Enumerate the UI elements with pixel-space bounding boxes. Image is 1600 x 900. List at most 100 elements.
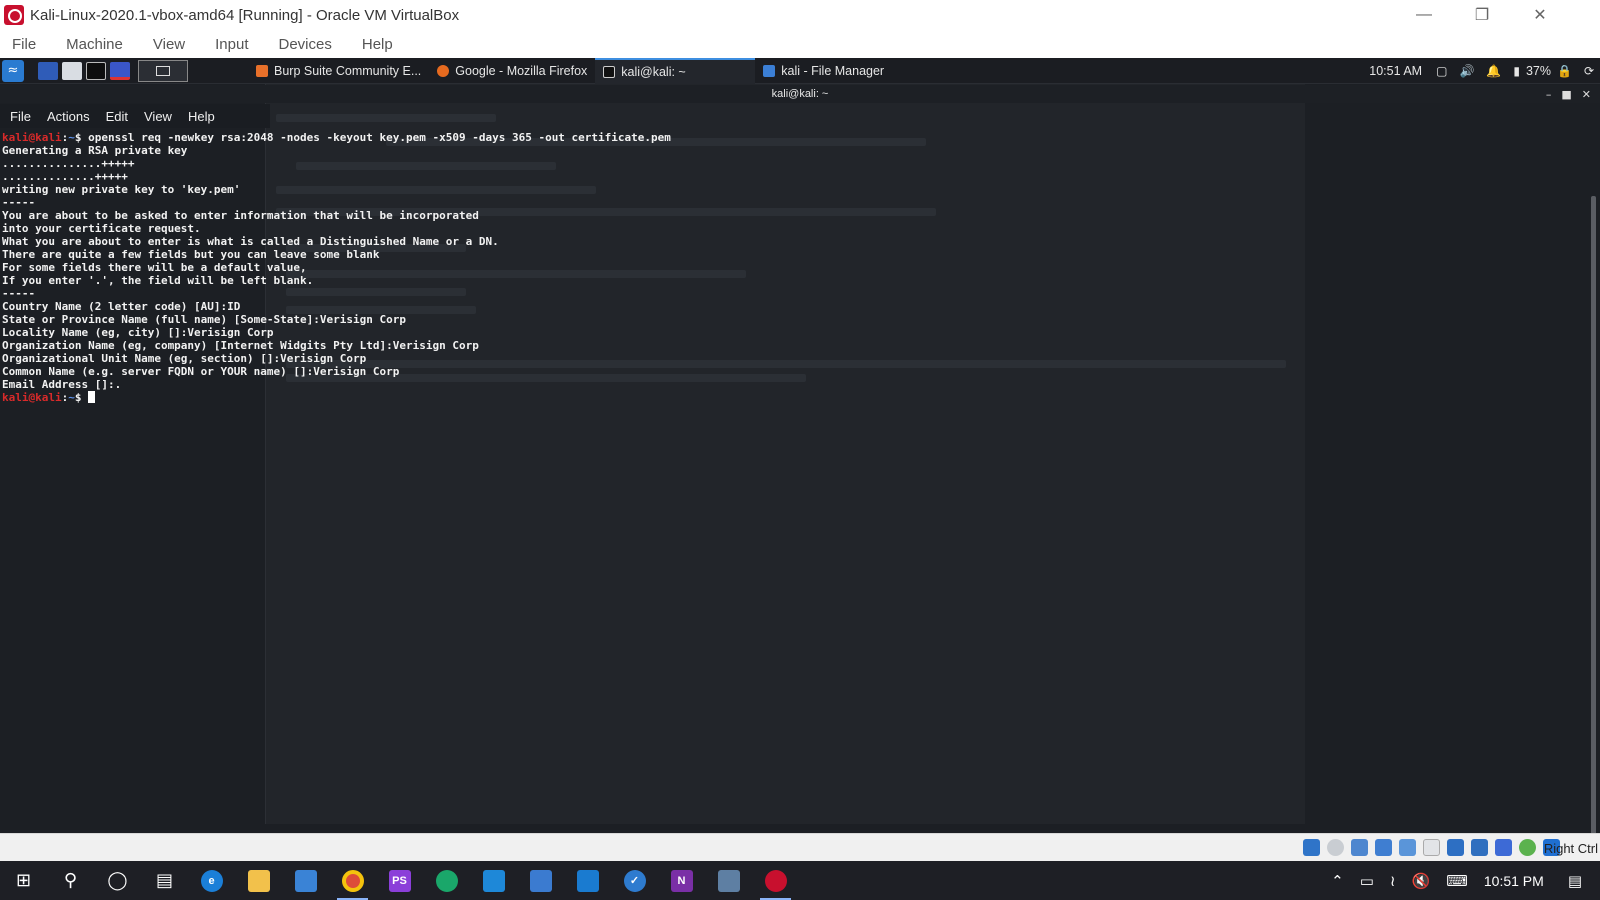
edge-icon[interactable]: e	[188, 861, 235, 900]
output-line: ..............+++++	[2, 170, 128, 183]
file-explorer-icon[interactable]	[235, 861, 282, 900]
menu-machine[interactable]: Machine	[66, 36, 123, 53]
terminal-menu-file[interactable]: File	[10, 109, 31, 124]
file-manager-icon[interactable]	[62, 61, 82, 80]
volume-muted-icon[interactable]: 🔇	[1412, 872, 1431, 890]
minimize-button[interactable]: —	[1395, 0, 1453, 30]
chrome-icon[interactable]	[329, 861, 376, 900]
output-line: ...............+++++	[2, 157, 135, 170]
restore-button[interactable]: ❐	[1453, 0, 1511, 30]
host-key-label: Right Ctrl	[1543, 841, 1598, 856]
workspace-switcher[interactable]	[138, 59, 188, 82]
browser-icon[interactable]	[110, 61, 130, 80]
gitkraken-icon[interactable]	[423, 861, 470, 900]
menu-view[interactable]: View	[153, 36, 185, 53]
window-title: Kali-Linux-2020.1-vbox-amd64 [Running] -…	[30, 6, 460, 24]
panel-tray: 10:51 AM ▢ 🔊 🔔 ▮ 37% 🔒 ⟳	[1369, 58, 1600, 84]
network-icon[interactable]	[1375, 839, 1392, 856]
terminal-menu-view[interactable]: View	[144, 109, 172, 124]
task-burp[interactable]: Burp Suite Community E...	[248, 58, 429, 84]
terminal-menu-actions[interactable]: Actions	[47, 109, 90, 124]
notification-bell-icon[interactable]: 🔔	[1486, 64, 1501, 78]
folder-icon	[763, 64, 776, 77]
battery-percent: 37%	[1525, 64, 1551, 78]
terminal-close-button[interactable]: ✕	[1582, 88, 1591, 101]
optical-drive-icon[interactable]	[1327, 839, 1344, 856]
terminal-scrollbar[interactable]	[1591, 196, 1596, 833]
text-cursor	[88, 391, 96, 403]
terminal-icon[interactable]	[86, 61, 106, 80]
panel-clock[interactable]: 10:51 AM	[1369, 64, 1422, 78]
usb-icon[interactable]	[1399, 839, 1416, 856]
terminal-menu-edit[interactable]: Edit	[106, 109, 128, 124]
kali-vm-icon	[4, 5, 24, 25]
vt-x-icon[interactable]	[1495, 839, 1512, 856]
close-button[interactable]: ✕	[1511, 0, 1569, 30]
todo-icon[interactable]: ✓	[611, 861, 658, 900]
notifications-icon[interactable]: ▤	[1568, 872, 1582, 890]
phpstorm-icon[interactable]: PS	[376, 861, 423, 900]
keyboard-icon[interactable]: ⌨	[1446, 872, 1468, 890]
menu-help[interactable]: Help	[362, 36, 393, 53]
search-icon[interactable]: ⚲	[47, 861, 94, 900]
kali-menu-icon[interactable]: ≈	[2, 59, 24, 82]
volume-icon[interactable]: 🔊	[1459, 64, 1474, 78]
lock-icon[interactable]: 🔒	[1557, 64, 1572, 78]
battery-icon[interactable]: ▮	[1513, 64, 1520, 78]
task-terminal[interactable]: kali@kali: ~	[595, 58, 756, 84]
burp-icon	[256, 64, 268, 77]
output-line: There are quite a few fields but you can…	[2, 248, 380, 261]
prompt-path: ~	[68, 131, 75, 144]
trello-icon[interactable]	[564, 861, 611, 900]
command-line: kali@kali:~$ openssl req -newkey rsa:204…	[2, 131, 1600, 144]
output-line: -----	[2, 196, 36, 209]
wifi-icon[interactable]: ≀	[1390, 872, 1396, 890]
output-line: -----	[2, 287, 36, 300]
task-file-manager[interactable]: kali - File Manager	[755, 58, 892, 84]
windows-start-icon[interactable]: ⊞	[0, 861, 47, 900]
guest-additions-icon[interactable]	[1519, 839, 1536, 856]
calendar-app-icon[interactable]	[517, 861, 564, 900]
output-line: Locality Name (eg, city) []:Verisign Cor…	[2, 326, 274, 339]
terminal-minimize-button[interactable]: –	[1546, 88, 1552, 101]
power-icon[interactable]: ⟳	[1584, 64, 1594, 78]
windows-system-tray: ⌃ ▭ ≀ 🔇 ⌨ 10:51 PM ▤	[1323, 861, 1600, 900]
cortana-icon[interactable]: ◯	[94, 861, 141, 900]
hard-disk-icon[interactable]	[1303, 839, 1320, 856]
task-file-manager-label: kali - File Manager	[781, 63, 885, 78]
task-firefox[interactable]: Google - Mozilla Firefox	[429, 58, 595, 84]
audio-icon[interactable]	[1351, 839, 1368, 856]
task-burp-label: Burp Suite Community E...	[274, 63, 422, 78]
show-hidden-icons-chevron-icon[interactable]: ⌃	[1331, 872, 1344, 890]
output-line: State or Province Name (full name) [Some…	[2, 313, 406, 326]
windows-clock[interactable]: 10:51 PM	[1484, 873, 1544, 889]
battery-icon[interactable]: ▭	[1360, 872, 1374, 890]
store-icon[interactable]	[282, 861, 329, 900]
kali-vm-taskbar-icon[interactable]	[752, 861, 799, 900]
menu-input[interactable]: Input	[215, 36, 248, 53]
vbox-titlebar: Kali-Linux-2020.1-vbox-amd64 [Running] -…	[0, 0, 1600, 30]
terminal-output[interactable]: kali@kali:~$ openssl req -newkey rsa:204…	[2, 131, 1600, 821]
guest-display[interactable]: ≈ Burp Suite Community E... Google - Moz…	[0, 58, 1600, 833]
output-line: Organization Name (eg, company) [Interne…	[2, 339, 479, 352]
recording-icon[interactable]	[1471, 839, 1488, 856]
display-icon[interactable]: ▢	[1436, 64, 1447, 78]
desktop-icon[interactable]	[38, 61, 58, 80]
output-line: Email Address []:.	[2, 378, 122, 391]
virtualbox-icon[interactable]	[705, 861, 752, 900]
terminal-menu-help[interactable]: Help	[188, 109, 215, 124]
terminal-maximize-button[interactable]: ■	[1561, 88, 1571, 101]
menu-devices[interactable]: Devices	[279, 36, 332, 53]
windows-taskbar: ⊞ ⚲ ◯ ▤ e PS ✓ N ⌃ ▭ ≀ 🔇 ⌨ 10:51 PM ▤	[0, 861, 1600, 900]
firefox-icon	[437, 64, 450, 77]
onenote-icon[interactable]: N	[658, 861, 705, 900]
shared-folders-icon[interactable]	[1423, 839, 1440, 856]
xfce-top-panel: ≈ Burp Suite Community E... Google - Moz…	[0, 58, 1600, 84]
task-terminal-label: kali@kali: ~	[621, 64, 686, 79]
menu-file[interactable]: File	[12, 36, 36, 53]
vscode-icon[interactable]	[470, 861, 517, 900]
task-view-icon[interactable]: ▤	[141, 861, 188, 900]
display-icon[interactable]	[1447, 839, 1464, 856]
prompt-user: kali@kali	[2, 131, 62, 144]
prompt-user: kali@kali	[2, 391, 62, 404]
